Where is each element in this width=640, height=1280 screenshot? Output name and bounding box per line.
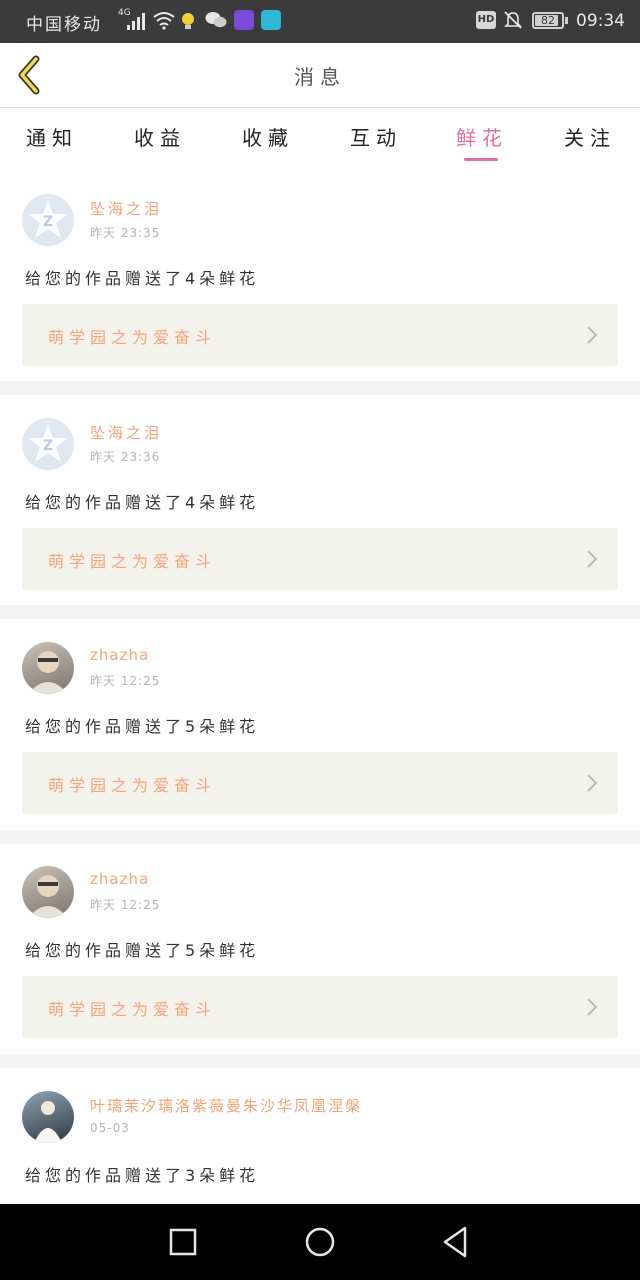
user-name[interactable]: 坠海之泪 bbox=[90, 198, 162, 219]
reader-app-icon bbox=[261, 10, 281, 30]
user-photo-icon bbox=[34, 1101, 62, 1143]
tab-favorites[interactable]: 收藏 bbox=[218, 122, 318, 151]
tab-flowers[interactable]: 鲜花 bbox=[432, 122, 532, 151]
work-title: 萌学园之为爱奋斗 bbox=[48, 328, 217, 347]
user-name[interactable]: 坠海之泪 bbox=[90, 422, 162, 443]
message-text: 给您的作品赠送了4朵鲜花 bbox=[25, 493, 260, 512]
list-item[interactable]: Z 坠海之泪 昨天 23:35 给您的作品赠送了4朵鲜花 萌学园之为爱奋斗 bbox=[0, 180, 640, 390]
message-time: 05-03 bbox=[90, 1121, 130, 1135]
list-item[interactable]: Z 坠海之泪 昨天 23:36 给您的作品赠送了4朵鲜花 萌学园之为爱奋斗 bbox=[0, 404, 640, 614]
user-photo-icon bbox=[28, 875, 68, 918]
message-text: 给您的作品赠送了3朵鲜花 bbox=[25, 1166, 260, 1185]
message-text: 给您的作品赠送了5朵鲜花 bbox=[25, 717, 260, 736]
chevron-right-icon bbox=[587, 998, 598, 1016]
header: 消息 bbox=[0, 43, 640, 108]
avatar[interactable] bbox=[22, 866, 74, 918]
system-nav-bar bbox=[0, 1204, 640, 1280]
active-tab-indicator bbox=[464, 158, 498, 161]
divider bbox=[0, 830, 640, 844]
hd-icon: HD bbox=[476, 11, 496, 29]
avatar-logo-icon: Z bbox=[28, 200, 68, 238]
avatar[interactable] bbox=[22, 642, 74, 694]
message-text: 给您的作品赠送了4朵鲜花 bbox=[25, 269, 260, 288]
avatar[interactable]: Z bbox=[22, 194, 74, 246]
divider bbox=[0, 381, 640, 395]
avatar[interactable] bbox=[22, 1091, 74, 1143]
chevron-right-icon bbox=[587, 774, 598, 792]
work-link[interactable]: 萌学园之为爱奋斗 bbox=[22, 976, 618, 1038]
divider bbox=[0, 1054, 640, 1068]
user-photo-icon bbox=[28, 651, 68, 694]
status-bar: 中国移动 4G HD 82 09:34 bbox=[0, 0, 640, 43]
tab-interactions[interactable]: 互动 bbox=[326, 122, 426, 151]
list-item[interactable]: zhazha 昨天 12:25 给您的作品赠送了5朵鲜花 萌学园之为爱奋斗 bbox=[0, 628, 640, 838]
bulb-icon bbox=[182, 13, 194, 29]
message-time: 昨天 23:35 bbox=[90, 226, 161, 240]
message-time: 昨天 12:25 bbox=[90, 674, 161, 688]
chevron-right-icon bbox=[587, 550, 598, 568]
user-name[interactable]: zhazha bbox=[90, 870, 149, 888]
avatar-logo-icon: Z bbox=[28, 424, 68, 462]
carrier-label: 中国移动 bbox=[26, 15, 102, 35]
battery-icon: 82 bbox=[532, 12, 564, 29]
wechat-icon bbox=[205, 12, 227, 28]
work-link[interactable]: 萌学园之为爱奋斗 bbox=[22, 752, 618, 814]
tab-following[interactable]: 关注 bbox=[540, 122, 640, 151]
battery-level: 82 bbox=[541, 14, 555, 27]
user-name[interactable]: zhazha bbox=[90, 646, 149, 664]
recent-apps-icon[interactable] bbox=[168, 1224, 198, 1260]
divider bbox=[0, 605, 640, 619]
message-time: 昨天 12:25 bbox=[90, 898, 161, 912]
svg-text:Z: Z bbox=[43, 214, 53, 230]
page-title: 消息 bbox=[294, 65, 346, 89]
signal-icon bbox=[125, 12, 147, 30]
work-title: 萌学园之为爱奋斗 bbox=[48, 1000, 217, 1019]
work-title: 萌学园之为爱奋斗 bbox=[48, 776, 217, 795]
list-item[interactable]: 叶璃茉汐璃洛紫薇曼朱沙华凤凰涅槃 05-03 给您的作品赠送了3朵鲜花 bbox=[0, 1077, 640, 1204]
mute-bell-icon bbox=[504, 11, 522, 29]
tab-earnings[interactable]: 收益 bbox=[110, 122, 210, 151]
wifi-icon bbox=[153, 12, 175, 30]
tab-notify[interactable]: 通知 bbox=[2, 122, 102, 151]
message-time: 昨天 23:36 bbox=[90, 450, 161, 464]
work-link[interactable]: 萌学园之为爱奋斗 bbox=[22, 528, 618, 590]
chevron-right-icon bbox=[587, 326, 598, 344]
list-item[interactable]: zhazha 昨天 12:25 给您的作品赠送了5朵鲜花 萌学园之为爱奋斗 bbox=[0, 852, 640, 1062]
svg-text:Z: Z bbox=[43, 438, 53, 454]
clock: 09:34 bbox=[576, 11, 625, 31]
home-icon[interactable] bbox=[302, 1224, 338, 1260]
video-app-icon bbox=[234, 10, 254, 30]
back-icon[interactable] bbox=[440, 1224, 470, 1260]
work-title: 萌学园之为爱奋斗 bbox=[48, 552, 217, 571]
tab-bar: 通知 收益 收藏 互动 鲜花 关注 bbox=[0, 108, 640, 168]
user-name[interactable]: 叶璃茉汐璃洛紫薇曼朱沙华凤凰涅槃 bbox=[90, 1095, 362, 1116]
avatar[interactable]: Z bbox=[22, 418, 74, 470]
message-text: 给您的作品赠送了5朵鲜花 bbox=[25, 941, 260, 960]
work-link[interactable]: 萌学园之为爱奋斗 bbox=[22, 304, 618, 366]
